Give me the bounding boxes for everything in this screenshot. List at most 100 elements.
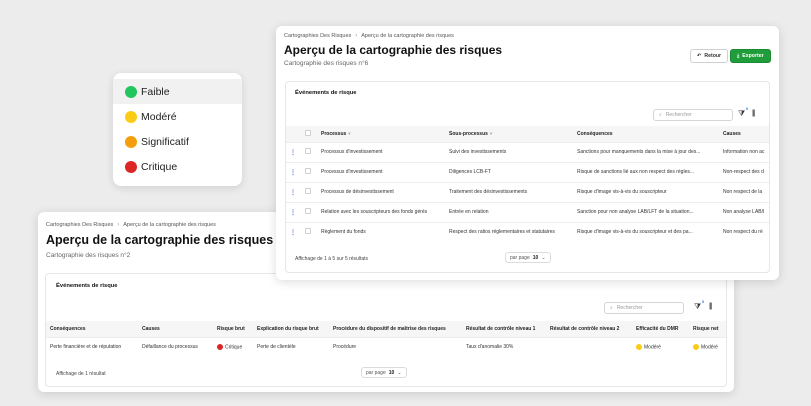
column-header-sous-processus[interactable]: Sous-processus ▾ xyxy=(445,126,573,142)
section-title: Événements de risque xyxy=(56,283,118,289)
page-subtitle: Cartographie des risques n°6 xyxy=(284,60,369,67)
red-dot-icon xyxy=(217,344,223,351)
filter-count-badge: 0 xyxy=(702,300,705,304)
cell-causes: Défaillance du processus xyxy=(138,336,213,357)
breadcrumb-current: Aperçu de la cartographie des risques xyxy=(123,222,216,228)
page-title: Aperçu de la cartographie des risques xyxy=(46,233,274,247)
table-header-row: Processus ▾ Sous-processus ▾ Conséquences … xyxy=(286,126,769,142)
column-header-controle-1[interactable]: Résultat de contrôle niveau 1 xyxy=(462,321,546,337)
table-row[interactable]: Perte financière et de réputation Défail… xyxy=(46,336,726,357)
breadcrumb-parent-link[interactable]: Cartographies Des Risques xyxy=(46,222,113,228)
column-header-consequences[interactable]: Conséquences xyxy=(46,321,138,337)
cell-risque-brut: Critique xyxy=(213,336,253,357)
cell-causes: Non analyse LAB/I xyxy=(719,201,769,222)
filter-count-badge: 0 xyxy=(746,107,749,111)
risk-map-panel-front: Cartographies Des Risques › Aperçu de la… xyxy=(276,26,779,280)
cell-processus: Processus d'investissement xyxy=(317,161,445,182)
select-all-checkbox[interactable] xyxy=(305,129,311,136)
search-icon: ⌕ xyxy=(610,305,613,311)
cell-consequences: Sanctions pour manquements dans la mise … xyxy=(573,141,719,162)
table-row[interactable]: ⋮ Relation avec les souscripteurs des fo… xyxy=(286,201,769,222)
cell-sous-processus: Diligences LCB-FT xyxy=(445,161,573,182)
cell-causes: Non respect de la xyxy=(719,181,769,202)
breadcrumb: Cartographies Des Risques › Aperçu de la… xyxy=(46,222,216,228)
table-row[interactable]: ⋮ Processus d'investissement Suivi des i… xyxy=(286,141,769,162)
breadcrumb: Cartographies Des Risques › Aperçu de la… xyxy=(284,33,454,39)
cell-consequences: Risque d'image vis-à-vis du souscripteur xyxy=(573,181,719,202)
columns-icon[interactable]: ||| xyxy=(709,303,713,310)
return-button-label: Retour xyxy=(704,53,722,59)
risk-events-card: Événements de risque ⌕ Rechercher ⧩ 0 ||… xyxy=(45,273,727,387)
return-button[interactable]: ↶ Retour xyxy=(690,49,729,63)
per-page-select[interactable]: par page 10 ⌄ xyxy=(505,252,551,263)
breadcrumb-parent-link[interactable]: Cartographies Des Risques xyxy=(284,33,351,39)
breadcrumb-separator-icon: › xyxy=(117,222,120,228)
yellow-dot-icon xyxy=(636,344,642,351)
column-header-label: Causes xyxy=(723,130,741,137)
column-header-causes[interactable]: Causes xyxy=(719,126,769,142)
red-dot-icon xyxy=(125,160,137,173)
row-checkbox[interactable] xyxy=(305,168,311,174)
per-page-select[interactable]: par page 10 ⌄ xyxy=(361,367,407,378)
columns-icon[interactable]: ||| xyxy=(752,110,756,117)
search-input[interactable]: ⌕ Rechercher xyxy=(604,302,684,314)
breadcrumb-current: Aperçu de la cartographie des risques xyxy=(361,33,454,39)
column-header-label: Conséquences xyxy=(577,130,613,137)
per-page-label: par page xyxy=(366,369,386,376)
per-page-value: 10 xyxy=(388,369,395,376)
undo-arrow-icon: ↶ xyxy=(697,53,702,59)
row-actions-kebab-icon[interactable]: ⋮ xyxy=(290,210,296,216)
cell-sous-processus: Traitement des désinvestissements xyxy=(445,181,573,202)
cell-processus: Relation avec les souscripteurs des fond… xyxy=(317,201,445,222)
column-header-explication[interactable]: Explication du risque brut xyxy=(253,321,329,337)
legend-item-modere[interactable]: Modéré xyxy=(113,104,242,129)
cell-consequences: Perte financière et de réputation xyxy=(46,336,138,357)
chevron-down-icon: ▾ xyxy=(348,130,351,136)
legend-item-faible[interactable]: Faible xyxy=(113,79,242,104)
row-actions-kebab-icon[interactable]: ⋮ xyxy=(290,230,296,236)
legend-item-critique[interactable]: Critique xyxy=(113,154,242,179)
column-header-procedure[interactable]: Procédure du dispositif de maîtrise des … xyxy=(329,321,462,337)
row-actions-kebab-icon[interactable]: ⋮ xyxy=(290,170,296,176)
row-actions-kebab-icon[interactable]: ⋮ xyxy=(290,190,296,196)
select-all-header[interactable] xyxy=(301,126,317,142)
kebab-column-header xyxy=(286,126,301,142)
page-subtitle: Cartographie des risques n°2 xyxy=(46,252,131,259)
cell-causes: Information non ac xyxy=(719,141,769,162)
column-header-controle-2[interactable]: Résultat de contrôle niveau 2 xyxy=(546,321,632,337)
table-row[interactable]: ⋮ Processus de désinvestissement Traitem… xyxy=(286,181,769,202)
export-button[interactable]: ⤓ Exporter xyxy=(730,49,771,63)
chevron-down-icon: ▾ xyxy=(489,130,493,136)
row-checkbox[interactable] xyxy=(305,208,311,214)
cell-sous-processus: Entrée en relation xyxy=(445,201,573,222)
cell-procedure: Procédure xyxy=(329,336,462,357)
table-row[interactable]: ⋮ Règlement du fonds Respect des ratios … xyxy=(286,221,769,242)
legend-label: Significatif xyxy=(141,135,189,148)
filter-icon[interactable]: ⧩ xyxy=(738,109,745,119)
row-actions-kebab-icon[interactable]: ⋮ xyxy=(290,150,296,156)
column-header-risque-net[interactable]: Risque net xyxy=(689,321,726,337)
cell-consequences: Risque de sanctions lié aux non respect … xyxy=(573,161,719,182)
row-checkbox[interactable] xyxy=(305,188,311,194)
per-page-value: 10 xyxy=(532,254,539,261)
legend-label: Modéré xyxy=(141,110,177,123)
export-button-label: Exporter xyxy=(742,53,764,59)
cell-explication: Perte de clientèle xyxy=(253,336,329,357)
row-checkbox[interactable] xyxy=(305,228,311,235)
search-input[interactable]: ⌕ Rechercher xyxy=(653,109,733,121)
table-row[interactable]: ⋮ Processus d'investissement Diligences … xyxy=(286,161,769,182)
column-header-label: Processus xyxy=(321,130,347,137)
column-header-consequences[interactable]: Conséquences xyxy=(573,126,719,142)
cell-controle-2 xyxy=(546,336,632,357)
risk-events-table: Conséquences Causes Risque brut Explicat… xyxy=(46,321,726,357)
column-header-risque-brut[interactable]: Risque brut xyxy=(213,321,253,337)
column-header-causes[interactable]: Causes xyxy=(138,321,213,337)
column-header-efficacite[interactable]: Efficacité du DMR xyxy=(632,321,689,337)
legend-item-significatif[interactable]: Significatif xyxy=(113,129,242,154)
cell-causes: Non respect du rè xyxy=(719,221,769,242)
filter-icon[interactable]: ⧩ xyxy=(694,302,701,312)
cell-causes: Non-respect des d xyxy=(719,161,769,182)
section-title: Événements de risque xyxy=(295,90,357,96)
column-header-processus[interactable]: Processus ▾ xyxy=(317,126,445,142)
row-checkbox[interactable] xyxy=(305,148,311,154)
